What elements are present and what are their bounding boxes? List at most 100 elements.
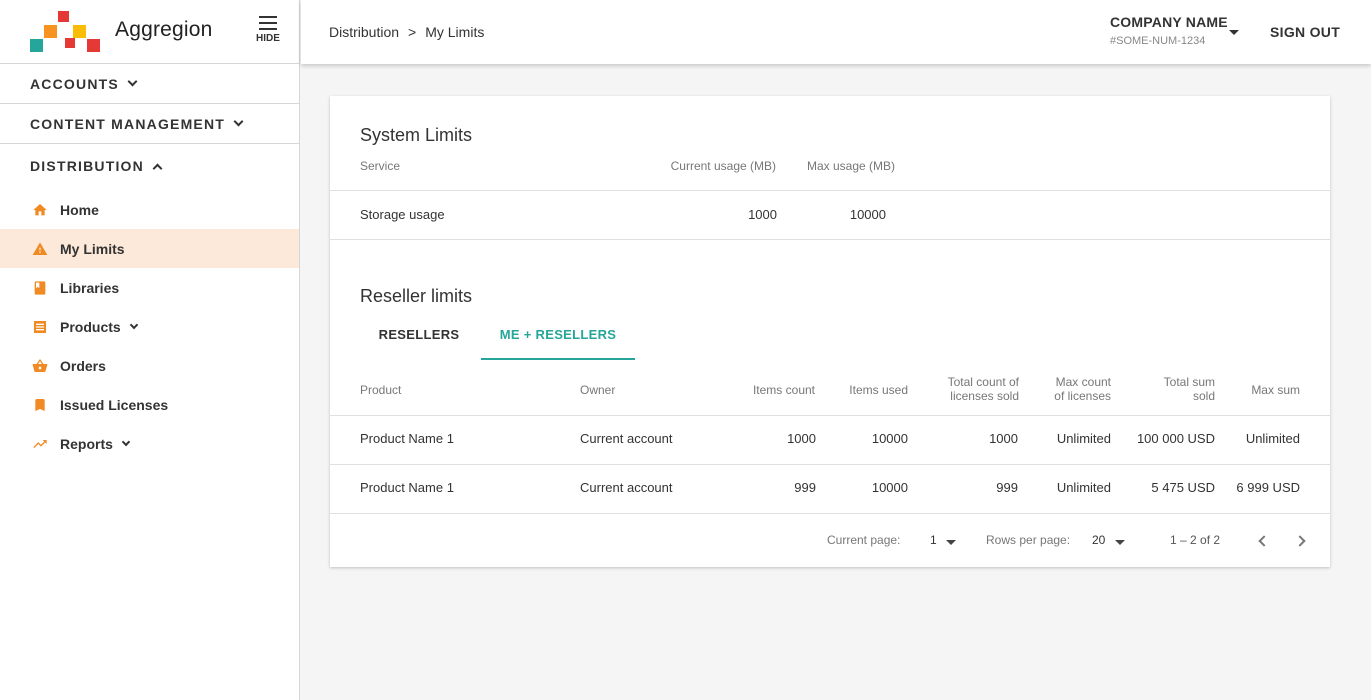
caret-down-icon — [1229, 30, 1239, 35]
chevron-down-icon — [233, 116, 244, 127]
column-header-max-sum: Max sum — [1251, 383, 1300, 397]
section-label: DISTRIBUTION — [30, 158, 144, 174]
section-accounts[interactable]: ACCOUNTS — [0, 64, 299, 104]
list-icon — [30, 317, 50, 337]
brand-bar: Aggregion HIDE — [0, 0, 299, 64]
cell-product: Product Name 1 — [360, 431, 454, 446]
sidebar-item-label: Libraries — [60, 279, 120, 296]
system-cell-max-usage: 10000 — [849, 207, 886, 222]
column-header-service: Service — [360, 159, 401, 173]
cell-total-sum-sold: 5 475 USD — [1151, 480, 1215, 495]
breadcrumb-distribution[interactable]: Distribution — [329, 24, 399, 40]
header-line: Max count — [1055, 375, 1111, 389]
divider — [330, 464, 1330, 465]
sidebar-item-reports[interactable]: Reports — [0, 424, 299, 463]
chevron-up-icon — [152, 163, 163, 173]
limits-card: System Limits Service Current usage (MB)… — [330, 96, 1330, 567]
current-page-label: Current page: — [827, 533, 901, 547]
section-content-management[interactable]: CONTENT MANAGEMENT — [0, 104, 299, 144]
column-header-max-usage: Max usage (MB) — [806, 159, 895, 173]
caret-down-icon[interactable] — [946, 540, 956, 545]
trending-up-icon — [30, 434, 50, 454]
cell-items-count: 999 — [794, 480, 816, 495]
header-line: Total count of — [947, 375, 1019, 389]
section-label: CONTENT MANAGEMENT — [30, 115, 226, 132]
sidebar-item-products[interactable]: Products — [0, 307, 299, 346]
cell-product: Product Name 1 — [360, 480, 454, 495]
chevron-left-icon — [1258, 535, 1270, 547]
breadcrumb-separator: > — [408, 24, 417, 40]
chevron-down-icon — [121, 437, 131, 446]
brand-name: Aggregion — [115, 18, 213, 41]
sidebar-item-label: Issued Licenses — [60, 396, 169, 413]
section-distribution[interactable]: DISTRIBUTION — [0, 144, 299, 188]
tab-resellers[interactable]: RESELLERS — [360, 314, 478, 360]
sidebar-item-label: My Limits — [60, 240, 125, 257]
hide-sidebar-button[interactable]: HIDE — [250, 16, 286, 50]
sidebar-item-orders[interactable]: Orders — [0, 346, 299, 385]
book-icon — [30, 278, 50, 298]
top-bar: Distribution > My Limits COMPANY NAME #SOM… — [301, 0, 1371, 64]
divider — [330, 513, 1330, 514]
cell-max-sum: 6 999 USD — [1236, 480, 1300, 495]
cell-max-count: Unlimited — [1056, 431, 1111, 446]
sidebar-item-label: Home — [60, 201, 99, 218]
cell-items-count: 1000 — [787, 431, 816, 446]
hide-label: HIDE — [256, 33, 280, 44]
column-header-total-sum-sold: Total sum sold — [1164, 375, 1215, 403]
section-label: ACCOUNTS — [30, 75, 119, 92]
breadcrumb-my-limits: My Limits — [425, 24, 485, 40]
sign-out-button[interactable]: SIGN OUT — [1270, 24, 1340, 40]
sidebar-item-label: Orders — [60, 357, 106, 374]
rows-per-page-label: Rows per page: — [986, 533, 1071, 547]
chevron-down-icon — [129, 320, 138, 329]
cell-items-used: 10000 — [871, 480, 908, 495]
header-line: of licenses — [1054, 389, 1111, 403]
company-number: #SOME-NUM-1234 — [1110, 35, 1206, 47]
column-header-max-count: Max count of licenses — [1054, 375, 1111, 403]
column-header-total-count-sold: Total count of licenses sold — [948, 375, 1019, 403]
sidebar-item-my-limits[interactable]: My Limits — [0, 229, 299, 268]
sidebar-item-libraries[interactable]: Libraries — [0, 268, 299, 307]
column-header-owner: Owner — [580, 383, 616, 397]
company-name: COMPANY NAME — [1110, 14, 1228, 30]
distribution-nav: Home My Limits Libraries Products Orders… — [0, 190, 299, 463]
header-line: licenses sold — [950, 389, 1019, 403]
chevron-down-icon — [127, 76, 138, 87]
cell-owner: Current account — [580, 480, 673, 495]
company-selector[interactable]: COMPANY NAME #SOME-NUM-1234 — [1110, 14, 1239, 47]
system-limits-title: System Limits — [360, 125, 473, 145]
reseller-limits-title: Reseller limits — [360, 286, 473, 306]
system-cell-service: Storage usage — [360, 207, 445, 222]
column-header-items-count: Items count — [752, 383, 815, 397]
page-range: 1 – 2 of 2 — [1170, 533, 1221, 547]
divider — [330, 239, 1330, 240]
next-page-button[interactable] — [1292, 532, 1312, 552]
sidebar-item-issued-licenses[interactable]: Issued Licenses — [0, 385, 299, 424]
column-header-product: Product — [360, 383, 402, 397]
breadcrumb: Distribution > My Limits — [329, 24, 484, 40]
cell-total-count-sold: 999 — [996, 480, 1018, 495]
cell-max-count: Unlimited — [1056, 480, 1111, 495]
sidebar-item-home[interactable]: Home — [0, 190, 299, 229]
cell-items-used: 10000 — [871, 431, 908, 446]
basket-icon — [30, 356, 50, 376]
home-icon — [30, 200, 50, 220]
tab-me-resellers[interactable]: ME + RESELLERS — [481, 314, 635, 360]
system-cell-current-usage: 1000 — [748, 207, 777, 222]
header-line: sold — [1192, 389, 1215, 403]
current-page-select[interactable]: 1 — [930, 533, 937, 547]
cell-owner: Current account — [580, 431, 673, 446]
rows-per-page-select[interactable]: 20 — [1092, 533, 1105, 547]
column-header-current-usage: Current usage (MB) — [670, 159, 776, 173]
sidebar-item-label: Products — [60, 318, 121, 335]
cell-total-sum-sold: 100 000 USD — [1136, 431, 1215, 446]
chevron-right-icon — [1294, 535, 1306, 547]
caret-down-icon[interactable] — [1115, 540, 1125, 545]
cell-total-count-sold: 1000 — [989, 431, 1018, 446]
sidebar: Aggregion HIDE ACCOUNTS CONTENT MANAGEME… — [0, 0, 300, 700]
column-header-items-used: Items used — [849, 383, 908, 397]
prev-page-button[interactable] — [1252, 532, 1272, 552]
warning-icon — [30, 239, 50, 259]
cell-max-sum: Unlimited — [1245, 431, 1300, 446]
